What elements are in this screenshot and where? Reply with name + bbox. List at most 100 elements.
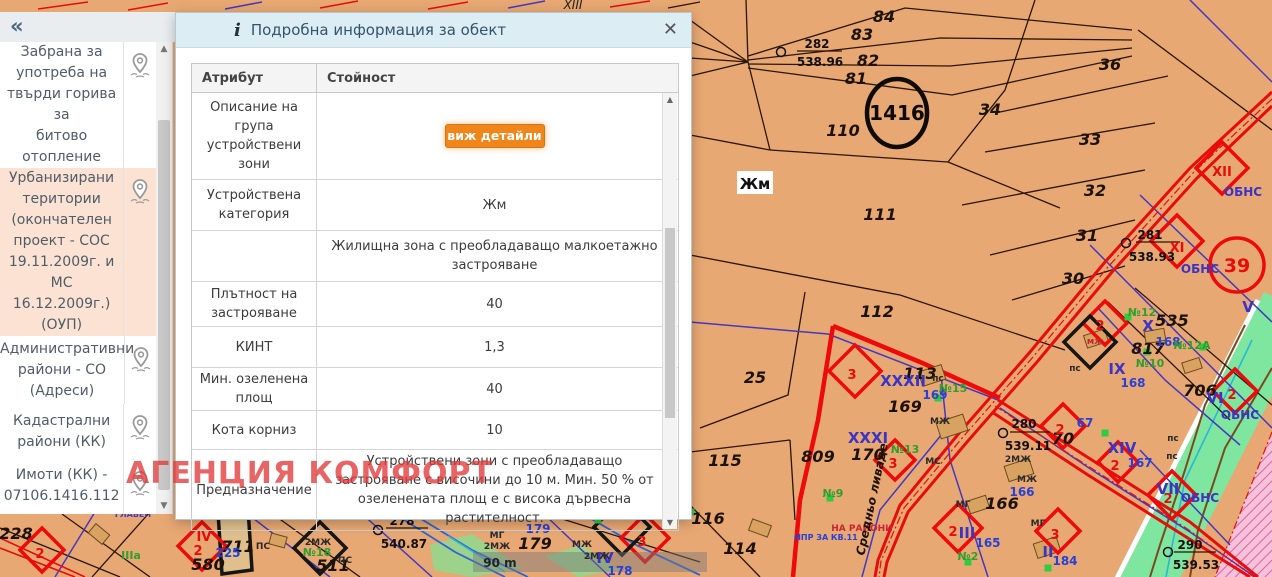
sidebar-topbar: «	[0, 12, 175, 42]
table-row: Кота корниз10	[192, 411, 678, 450]
svg-text:ПС: ПС	[256, 542, 271, 552]
collapse-sidebar-button[interactable]: «	[10, 14, 24, 38]
svg-text:IV: IV	[197, 530, 212, 545]
svg-text:ОБНС: ОБНС	[1224, 185, 1262, 199]
app-window: 8483828111036343311132313025112113169170…	[0, 0, 1272, 577]
svg-text:МГ: МГ	[490, 531, 505, 541]
svg-text:32: 32	[1084, 181, 1106, 200]
svg-text:пс: пс	[932, 374, 944, 384]
svg-text:228: 228	[0, 524, 33, 543]
svg-text:III: III	[959, 524, 976, 542]
location-pin-icon[interactable]	[123, 404, 156, 460]
svg-text:ОБНС: ОБНС	[1181, 262, 1219, 276]
svg-text:МЖ: МЖ	[1017, 475, 1037, 485]
svg-text:67: 67	[1077, 416, 1094, 430]
sidebar-item-5[interactable]: УПИ (Регулация)	[0, 512, 156, 514]
svg-text:281: 281	[1137, 228, 1162, 242]
sidebar-item-2[interactable]: Административни райони - СО (Адреси)	[0, 336, 156, 404]
attribute-cell: Описание на група устройствени зони	[192, 93, 317, 179]
attribute-cell: Плътност на застрояване	[192, 282, 317, 326]
table-body: Описание на група устройствени зони виж д…	[192, 93, 678, 530]
svg-text:290: 290	[1177, 538, 1202, 552]
svg-text:809: 809	[801, 447, 834, 466]
svg-text:XXXII: XXXII	[880, 372, 926, 390]
svg-text:280: 280	[1011, 417, 1036, 431]
svg-text:Жм: Жм	[740, 175, 771, 193]
svg-text:XIII: XIII	[563, 0, 583, 12]
scroll-down-icon[interactable]: ▼	[663, 516, 677, 529]
svg-text:2: 2	[1055, 423, 1064, 438]
svg-text:2МЖ: 2МЖ	[584, 552, 610, 562]
location-pin-icon[interactable]	[123, 460, 156, 512]
svg-text:30: 30	[1062, 269, 1084, 288]
svg-text:1416: 1416	[869, 101, 925, 125]
svg-text:535: 535	[1155, 311, 1188, 330]
svg-text:XIV: XIV	[1108, 439, 1137, 457]
svg-text:167: 167	[1127, 456, 1152, 470]
svg-text:2: 2	[1110, 459, 1119, 474]
svg-text:3: 3	[847, 368, 856, 383]
svg-text:ИПР ЗА КВ.11: ИПР ЗА КВ.11	[794, 533, 858, 542]
sidebar-scrollbar[interactable]: ▲ ▼	[156, 42, 172, 514]
svg-text:МЖ: МЖ	[930, 417, 950, 427]
svg-text:IIIа: IIIа	[121, 549, 141, 562]
scroll-up-icon[interactable]: ▲	[156, 42, 172, 57]
table-scrollbar[interactable]: ▲ ▼	[662, 93, 677, 529]
svg-text:539.53: 539.53	[1173, 558, 1219, 572]
sidebar-item-3[interactable]: Кадастрални райони (КК)	[0, 404, 156, 460]
svg-text:МЖ: МЖ	[572, 540, 592, 550]
svg-text:МГ: МГ	[956, 500, 971, 510]
table-row: КИНТ1,3	[192, 327, 678, 368]
location-pin-icon[interactable]	[123, 42, 156, 168]
close-icon[interactable]: ✕	[663, 21, 678, 39]
dialog-header[interactable]: i Подробна информация за обект ✕	[176, 13, 691, 48]
location-pin-icon[interactable]	[123, 168, 156, 336]
svg-text:XI: XI	[1170, 241, 1185, 256]
svg-text:2: 2	[1227, 388, 1236, 403]
svg-text:пс: пс	[1069, 364, 1081, 374]
view-details-button[interactable]: виж детайли	[445, 124, 545, 148]
scrollbar-thumb[interactable]	[158, 120, 170, 490]
svg-text:пс: пс	[1166, 452, 1178, 462]
location-pin-icon[interactable]	[124, 336, 156, 404]
svg-text:X: X	[1142, 317, 1154, 335]
svg-text:пс: пс	[1167, 434, 1179, 444]
svg-text:3: 3	[888, 457, 897, 472]
svg-text:84: 84	[873, 7, 895, 26]
sidebar-item-4[interactable]: Имоти (КК) - 07106.1416.112	[0, 460, 156, 512]
attribute-cell: Кота корниз	[192, 411, 317, 449]
svg-text:№12: №12	[1128, 306, 1157, 319]
attribute-cell: Предназначение	[192, 450, 317, 530]
svg-text:МГ: МГ	[1031, 519, 1046, 529]
svg-text:№12А: №12А	[1173, 339, 1211, 352]
svg-text:VI: VI	[1206, 389, 1223, 407]
svg-text:мж: мж	[1087, 337, 1103, 347]
attribute-cell: Устройствена категория	[192, 180, 317, 230]
svg-text:31: 31	[1076, 226, 1098, 245]
svg-text:225: 225	[215, 546, 240, 560]
svg-text:2МЖ: 2МЖ	[305, 538, 331, 548]
svg-text:538.93: 538.93	[1129, 250, 1175, 264]
attributes-table: Атрибут Стойност Описание на група устро…	[191, 63, 679, 531]
scrollbar-thumb[interactable]	[665, 228, 675, 418]
sidebar-item-label: Забрана за употреба на твърди горива за …	[0, 42, 123, 168]
value-cell: Устройствени зони с преобладаващо застро…	[317, 450, 678, 530]
sidebar-item-0[interactable]: Забрана за употреба на твърди горива за …	[0, 42, 156, 168]
attribute-cell: Мин. озеленена площ	[192, 368, 317, 410]
sidebar-item-label: Урбанизирани територии (окончателен прое…	[0, 168, 123, 336]
sidebar-item-1[interactable]: Урбанизирани територии (окончателен прое…	[0, 168, 156, 336]
location-pin-icon[interactable]	[123, 512, 156, 514]
svg-text:ОБНС: ОБНС	[1221, 408, 1259, 422]
svg-text:169: 169	[888, 397, 921, 416]
svg-text:2МЖ: 2МЖ	[484, 542, 510, 552]
scroll-up-icon[interactable]: ▲	[663, 93, 677, 106]
value-cell: виж детайли	[317, 93, 678, 179]
svg-text:2МЖ: 2МЖ	[1005, 455, 1031, 465]
svg-text:110: 110	[826, 121, 859, 140]
svg-text:3: 3	[1050, 528, 1059, 543]
scroll-down-icon[interactable]: ▼	[156, 499, 172, 514]
attribute-cell	[192, 231, 317, 281]
svg-text:№13: №13	[891, 443, 920, 456]
dialog-title: Подробна информация за обект	[251, 21, 506, 39]
svg-text:282: 282	[804, 37, 829, 51]
